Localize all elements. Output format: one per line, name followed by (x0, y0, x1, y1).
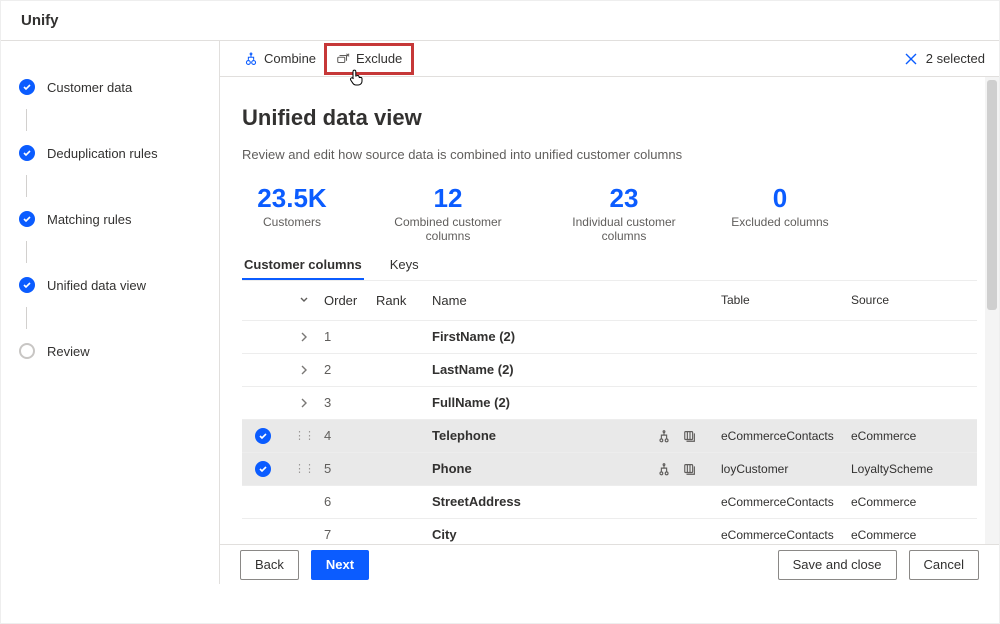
mapping-icon[interactable] (657, 462, 671, 476)
name-header[interactable]: Name (432, 293, 657, 308)
row-source: LoyaltyScheme (851, 462, 961, 476)
step-review[interactable]: Review (19, 335, 207, 367)
stat-1: 12Combined customer columns (378, 184, 518, 243)
row-checkmark-icon[interactable] (255, 428, 271, 444)
table-row[interactable]: 6 StreetAddress eCommerceContactseCommerce (242, 486, 977, 519)
row-order: 2 (324, 362, 376, 377)
stat-label: Customers (242, 215, 342, 229)
table-row[interactable]: ⋮⋮ 5 Phone loyCustomerLoyaltyScheme (242, 453, 977, 486)
tab-customer-columns[interactable]: Customer columns (242, 249, 364, 280)
rank-header[interactable]: Rank (376, 293, 432, 308)
drag-handle-icon[interactable]: ⋮⋮ (294, 429, 314, 442)
row-name: StreetAddress (432, 494, 657, 509)
step-unified-data-view[interactable]: Unified data view (19, 269, 207, 301)
step-label: Deduplication rules (47, 146, 158, 161)
mapping-icon[interactable] (657, 429, 671, 443)
exclude-button[interactable]: Exclude (326, 45, 412, 73)
stats-row: 23.5K Customers 12Combined customer column… (242, 184, 977, 243)
table-row[interactable]: 3 FullName (2) (242, 387, 977, 420)
stat-3: 0 Excluded columns (730, 184, 830, 243)
stat-label: Individual customer columns (554, 215, 694, 243)
row-table: eCommerceContacts (721, 528, 851, 542)
selection-count: 2 selected (926, 51, 985, 66)
stat-0: 23.5K Customers (242, 184, 342, 243)
row-order: 7 (324, 527, 376, 542)
cancel-button[interactable]: Cancel (909, 550, 979, 580)
row-order: 4 (324, 428, 376, 443)
table-row[interactable]: ⋮⋮ 4 Telephone eCommerceContactseCommerce (242, 420, 977, 453)
app-title: Unify (1, 1, 999, 41)
stat-2: 23Individual customer columns (554, 184, 694, 243)
row-order: 5 (324, 461, 376, 476)
row-name: FullName (2) (432, 395, 657, 410)
row-source: eCommerce (851, 429, 961, 443)
combine-button[interactable]: Combine (234, 45, 326, 73)
vertical-scrollbar[interactable] (985, 77, 999, 544)
action-bar: Combine Exclude 2 selected (220, 41, 999, 77)
drag-handle-icon[interactable]: ⋮⋮ (294, 462, 314, 475)
clear-selection-icon (904, 52, 918, 66)
row-order: 1 (324, 329, 376, 344)
table-col-header[interactable]: Table (721, 293, 851, 307)
save-and-close-button[interactable]: Save and close (778, 550, 897, 580)
page-title: Unified data view (242, 105, 977, 131)
stat-label: Excluded columns (730, 215, 830, 229)
stat-value: 23 (554, 184, 694, 213)
order-header[interactable]: Order (324, 293, 376, 308)
row-checkmark-icon[interactable] (255, 461, 271, 477)
clear-selection[interactable]: 2 selected (904, 51, 985, 66)
table-row[interactable]: 1 FirstName (2) (242, 321, 977, 354)
expand-row-icon[interactable] (299, 398, 309, 408)
row-table: eCommerceContacts (721, 429, 851, 443)
step-label: Customer data (47, 80, 132, 95)
row-table: loyCustomer (721, 462, 851, 476)
stat-value: 0 (730, 184, 830, 213)
next-button[interactable]: Next (311, 550, 369, 580)
row-source: eCommerce (851, 528, 961, 542)
row-source: eCommerce (851, 495, 961, 509)
combine-label: Combine (264, 51, 316, 66)
content-area: Unified data view Review and edit how so… (220, 77, 999, 544)
table-row[interactable]: 7 City eCommerceContactseCommerce (242, 519, 977, 544)
steps-sidebar: Customer data Deduplication rules Matching… (1, 41, 219, 584)
back-button[interactable]: Back (240, 550, 299, 580)
expand-row-icon[interactable] (299, 365, 309, 375)
columns-table: Order Rank Name Table Source 1 FirstName … (242, 281, 977, 544)
page-description: Review and edit how source data is combi… (242, 147, 977, 162)
row-name: Telephone (432, 428, 657, 443)
columns-icon[interactable] (683, 429, 697, 443)
step-deduplication-rules[interactable]: Deduplication rules (19, 137, 207, 169)
step-customer-data[interactable]: Customer data (19, 71, 207, 103)
step-matching-rules[interactable]: Matching rules (19, 203, 207, 235)
row-name: FirstName (2) (432, 329, 657, 344)
step-label: Review (47, 344, 90, 359)
combine-icon (244, 52, 258, 66)
main-panel: Combine Exclude 2 selected (219, 41, 999, 584)
columns-icon[interactable] (683, 462, 697, 476)
tab-keys[interactable]: Keys (388, 249, 421, 280)
expand-col-header[interactable] (284, 294, 324, 306)
table-row[interactable]: 2 LastName (2) (242, 354, 977, 387)
stat-label: Combined customer columns (378, 215, 518, 243)
row-name: City (432, 527, 657, 542)
exclude-label: Exclude (356, 51, 402, 66)
row-name: LastName (2) (432, 362, 657, 377)
row-table: eCommerceContacts (721, 495, 851, 509)
row-name: Phone (432, 461, 657, 476)
row-order: 6 (324, 494, 376, 509)
stat-value: 23.5K (242, 184, 342, 213)
step-label: Unified data view (47, 278, 146, 293)
table-header: Order Rank Name Table Source (242, 281, 977, 321)
exclude-icon (336, 52, 350, 66)
stat-value: 12 (378, 184, 518, 213)
step-label: Matching rules (47, 212, 132, 227)
source-header[interactable]: Source (851, 293, 961, 307)
footer: Back Next Save and close Cancel (220, 544, 999, 584)
row-order: 3 (324, 395, 376, 410)
expand-row-icon[interactable] (299, 332, 309, 342)
tabs: Customer columns Keys (242, 249, 977, 281)
